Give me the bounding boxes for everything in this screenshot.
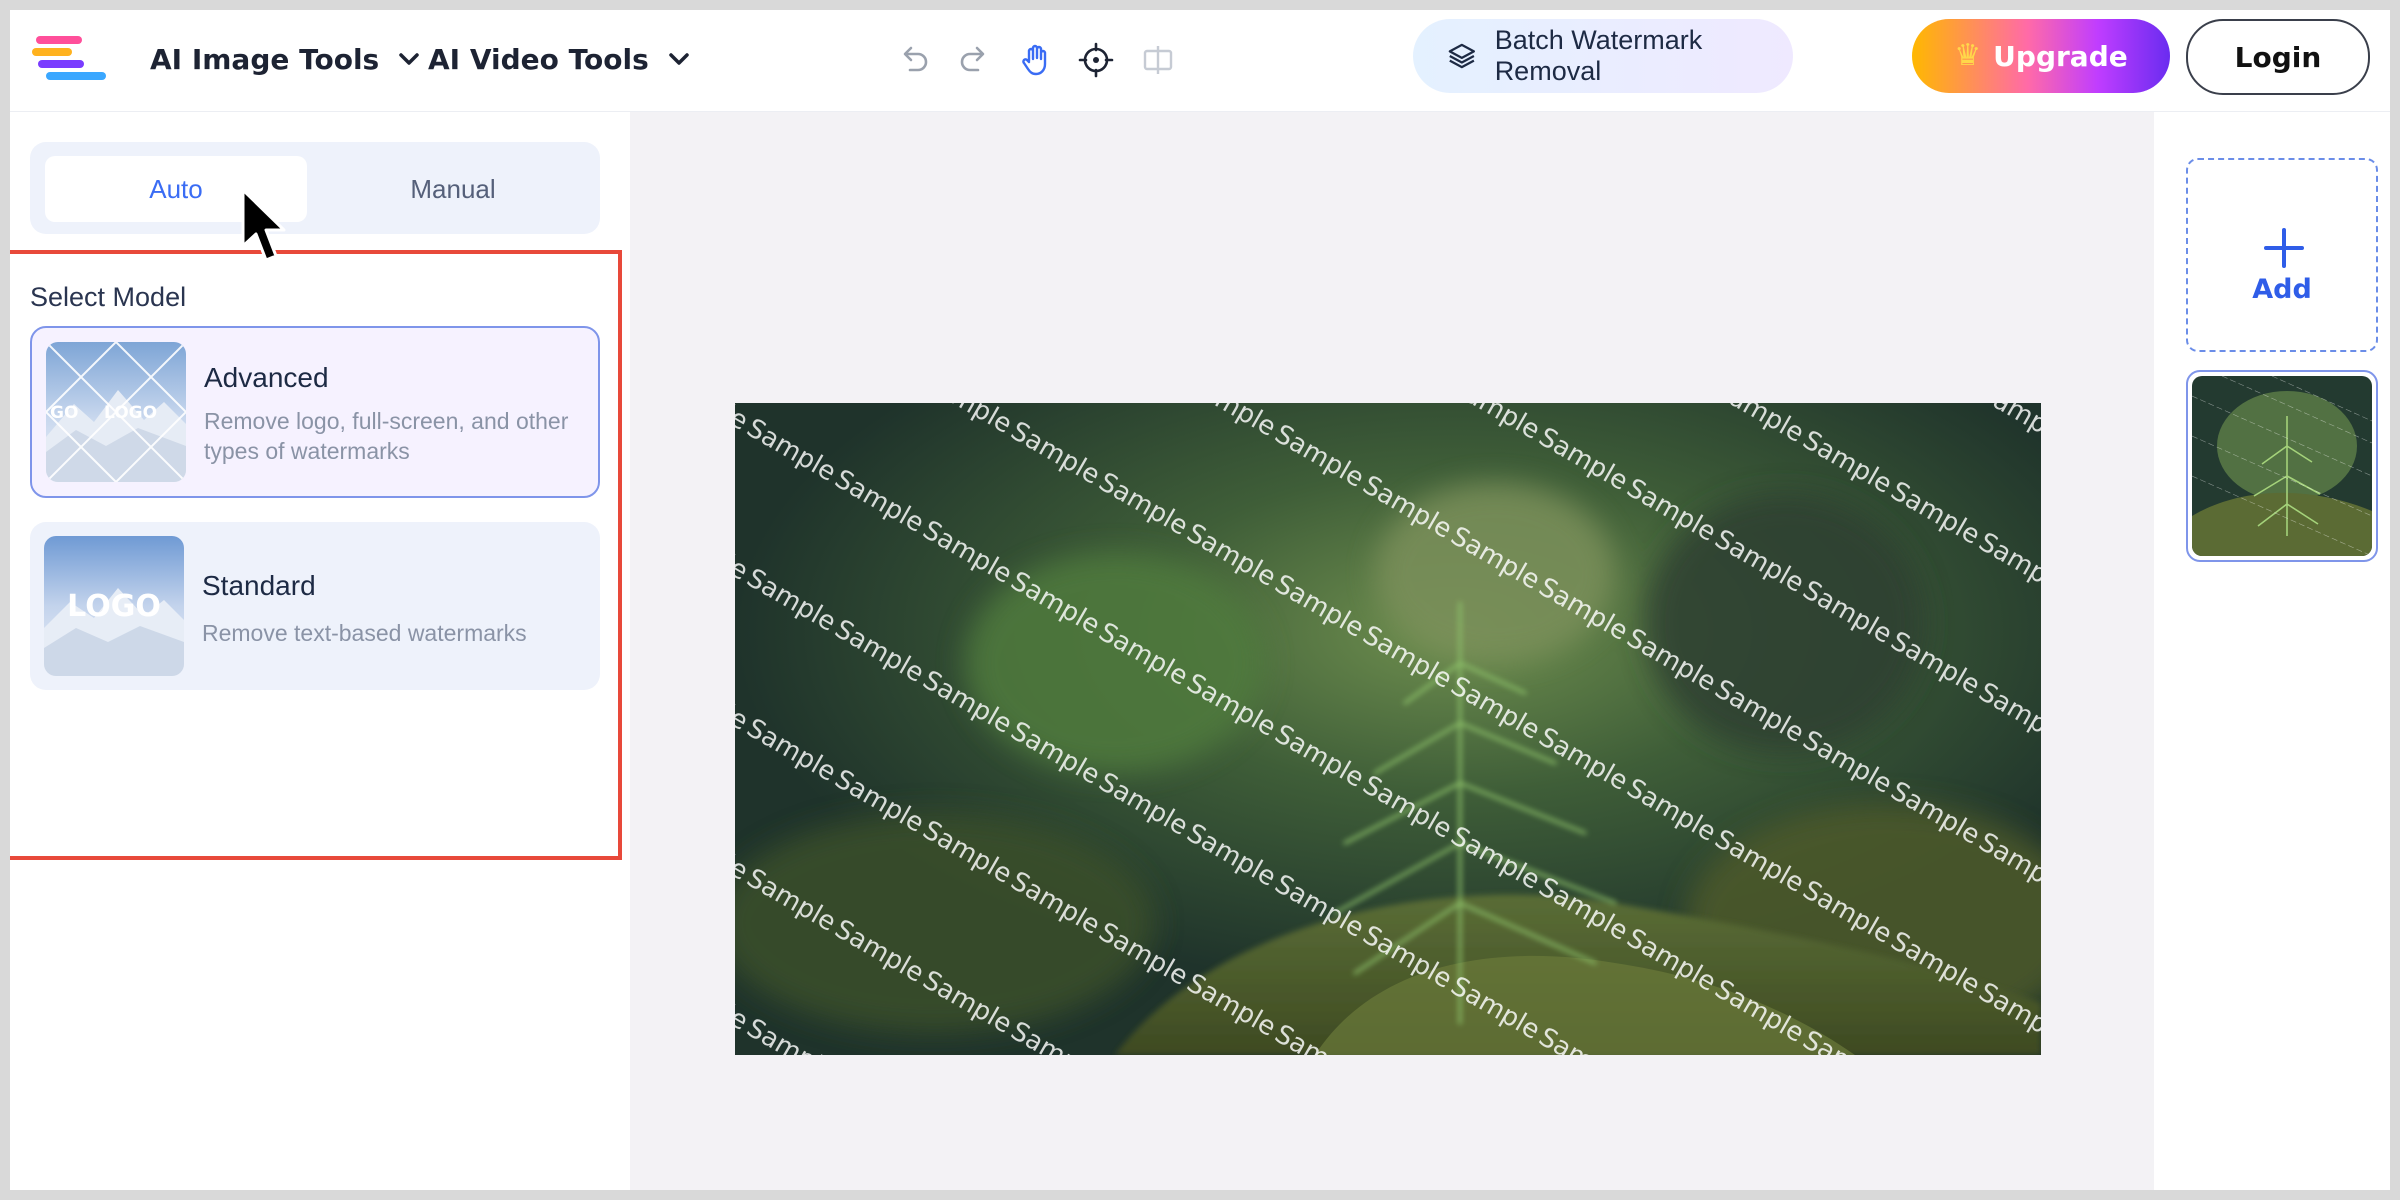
ai-video-tools-menu[interactable]: AI Video Tools bbox=[428, 36, 693, 82]
plus-icon bbox=[2264, 228, 2304, 268]
advanced-thumbnail: GO LOGO bbox=[46, 342, 186, 482]
batch-label: Batch Watermark Removal bbox=[1494, 25, 1703, 86]
app-window: AI Image Tools AI Video Tools Batch Wate… bbox=[10, 10, 2390, 1190]
crown-icon: ♛ bbox=[1954, 38, 1982, 73]
standard-description: Remove text-based watermarks bbox=[202, 620, 527, 646]
tab-auto[interactable]: Auto bbox=[45, 156, 307, 222]
chevron-down-icon bbox=[669, 53, 689, 65]
select-model-heading: Select Model bbox=[30, 282, 187, 312]
tab-manual[interactable]: Manual bbox=[322, 156, 584, 222]
uploaded-image[interactable]: Sample Sample Sample Sample Sample Sample Samp… bbox=[735, 403, 2041, 1055]
redo-icon[interactable] bbox=[956, 42, 992, 78]
advanced-title: Advanced bbox=[204, 362, 329, 393]
compare-icon[interactable] bbox=[1140, 42, 1176, 78]
model-card-standard[interactable]: LOGO Standard Remove text-based watermar… bbox=[30, 522, 600, 690]
login-button[interactable]: Login bbox=[2186, 19, 2370, 95]
thumb-logo-text: LOGO bbox=[67, 589, 161, 624]
ai-image-tools-menu[interactable]: AI Image Tools bbox=[150, 36, 423, 82]
app-logo-icon[interactable] bbox=[28, 32, 108, 88]
left-panel: Auto Manual Select Model GO LOGO Advance… bbox=[10, 112, 630, 1190]
login-label: Login bbox=[2234, 40, 2322, 74]
upgrade-label: Upgrade bbox=[1993, 39, 2128, 73]
crosshair-icon[interactable] bbox=[1078, 42, 1114, 78]
layers-icon bbox=[1448, 43, 1476, 69]
standard-title: Standard bbox=[202, 570, 316, 601]
undo-icon[interactable] bbox=[896, 42, 932, 78]
batch-watermark-removal-button[interactable]: Batch Watermark Removal bbox=[1413, 19, 1793, 93]
canvas-area[interactable]: Sample Sample Sample Sample Sample Sample Samp… bbox=[630, 112, 2154, 1190]
thumb-logo-text: LOGO bbox=[104, 403, 157, 423]
advanced-description: Remove logo, full-screen, and other type… bbox=[204, 408, 569, 464]
upgrade-button[interactable]: ♛ Upgrade bbox=[1912, 19, 2170, 93]
mode-tabs: Auto Manual bbox=[30, 142, 600, 234]
hand-icon[interactable] bbox=[1018, 42, 1054, 78]
image-thumbnail[interactable] bbox=[2186, 370, 2378, 562]
thumb-go-text: GO bbox=[50, 403, 78, 423]
ai-video-tools-label: AI Video Tools bbox=[428, 42, 649, 76]
add-image-button[interactable]: Add bbox=[2186, 158, 2378, 352]
standard-thumbnail: LOGO bbox=[44, 536, 184, 676]
right-panel: Add bbox=[2154, 112, 2390, 1190]
ai-image-tools-label: AI Image Tools bbox=[150, 42, 380, 76]
top-bar: AI Image Tools AI Video Tools Batch Wate… bbox=[10, 10, 2390, 112]
add-label: Add bbox=[2252, 274, 2312, 305]
chevron-down-icon bbox=[399, 53, 419, 65]
model-card-advanced[interactable]: GO LOGO Advanced Remove logo, full-scree… bbox=[30, 326, 600, 498]
